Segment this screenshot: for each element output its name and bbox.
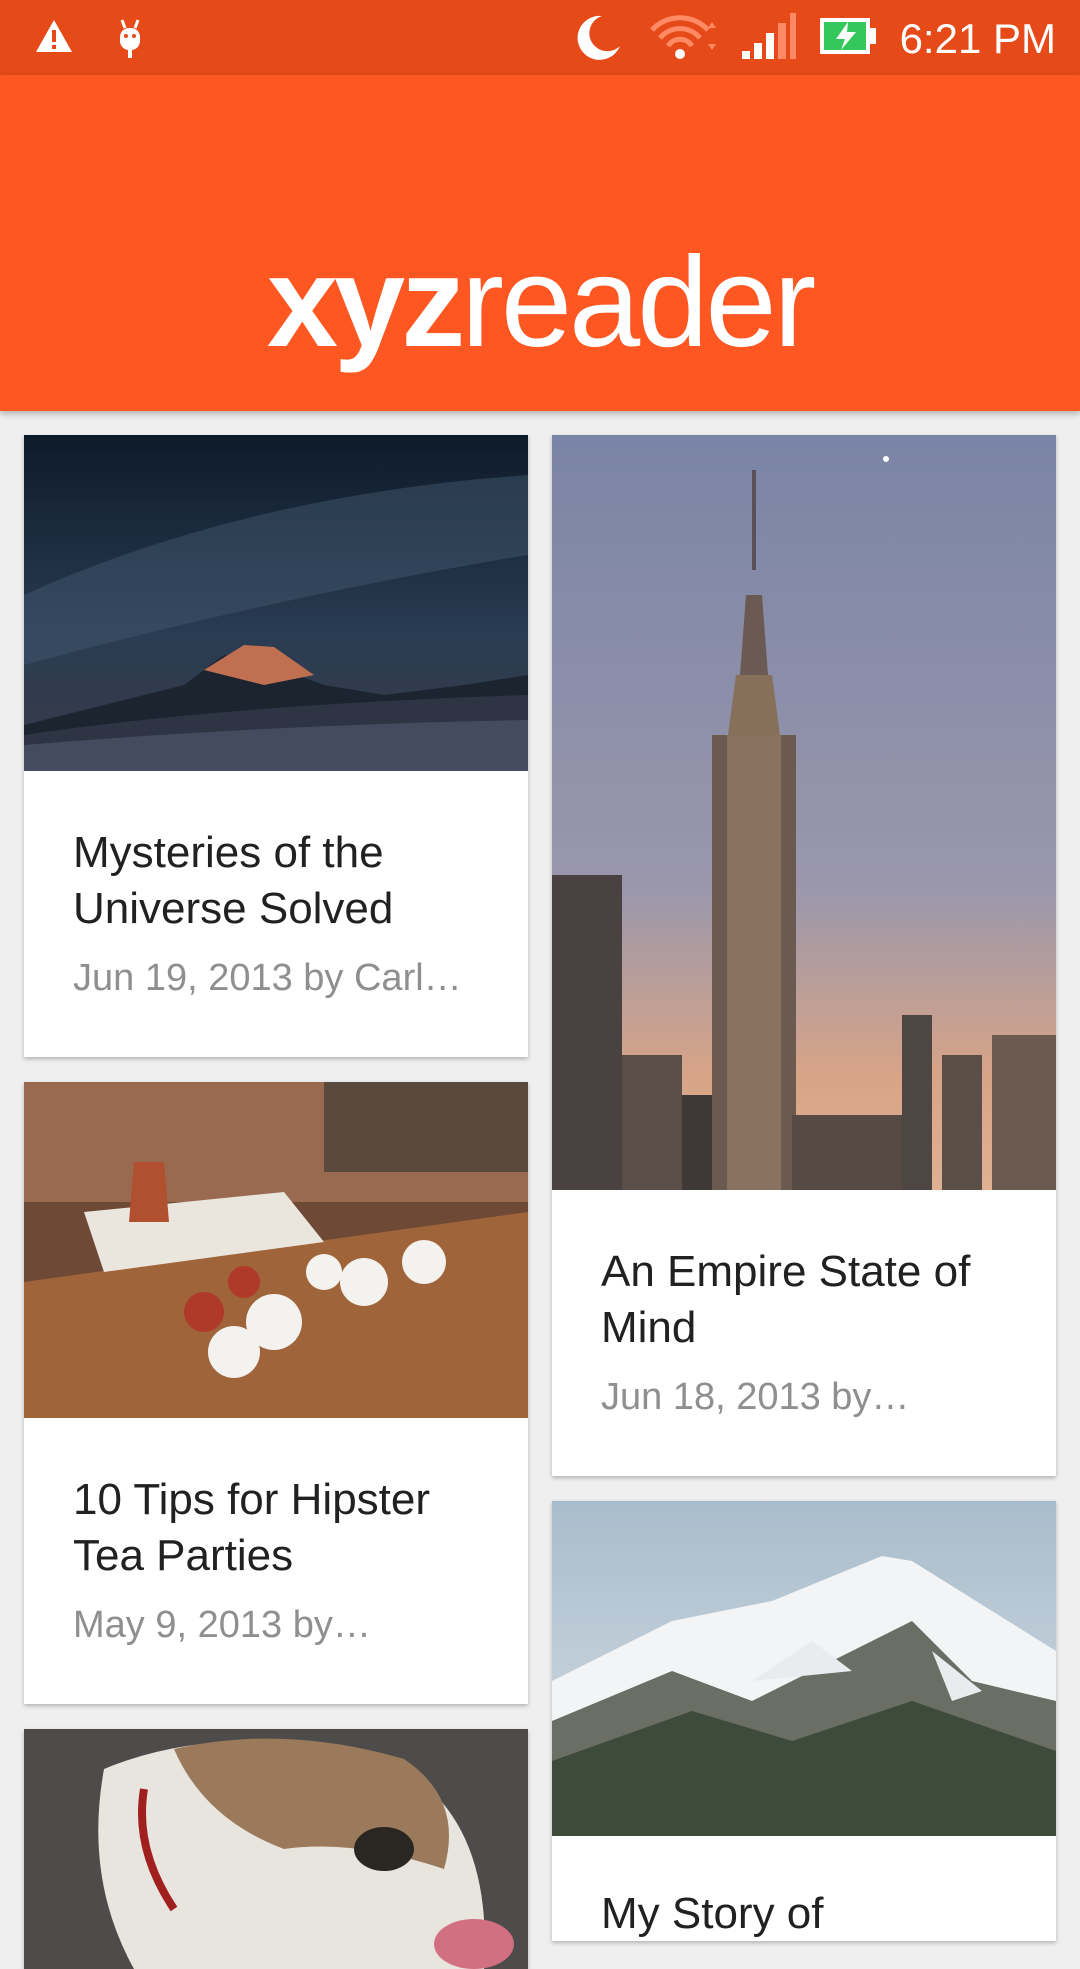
wifi-icon: [646, 10, 718, 67]
article-meta: May 9, 2013 by…: [73, 1604, 371, 1646]
article-thumbnail: [552, 1501, 1056, 1836]
android-debug-icon: [110, 14, 150, 67]
do-not-disturb-moon-icon: [572, 10, 624, 67]
app-logo: xyzreader: [0, 233, 1080, 373]
logo-light-text: reader: [461, 231, 816, 374]
article-thumbnail: [24, 1729, 528, 1969]
article-title: 10 Tips for Hipster Tea Parties: [73, 1475, 431, 1580]
cell-signal-icon: [740, 11, 796, 66]
article-title: My Story of: [601, 1889, 824, 1938]
article-thumbnail: [24, 435, 528, 771]
app-bar: xyzreader: [0, 75, 1080, 411]
status-time: 6:21 PM: [899, 15, 1056, 62]
battery-charging-icon: [818, 14, 878, 63]
article-title: Mysteries of the Universe Solved: [73, 828, 394, 933]
article-card[interactable]: 10 Tips for Hipster Tea Parties May 9, 2…: [24, 1082, 528, 1704]
logo-bold-text: xyz: [266, 231, 465, 374]
article-title: An Empire State of Mind: [601, 1247, 971, 1352]
status-bar: 6:21 PM: [0, 0, 1080, 75]
article-meta: Jun 19, 2013 by Carl…: [73, 957, 462, 999]
article-card[interactable]: Mysteries of the Universe Solved Jun 19,…: [24, 435, 528, 1057]
article-thumbnail: [24, 1082, 528, 1418]
warning-icon: [32, 14, 76, 67]
article-card[interactable]: My Story of: [552, 1501, 1056, 1941]
article-card[interactable]: [24, 1729, 528, 1969]
article-card[interactable]: An Empire State of Mind Jun 18, 2013 by…: [552, 435, 1056, 1476]
article-meta: Jun 18, 2013 by…: [601, 1376, 910, 1418]
article-thumbnail: [552, 435, 1056, 1190]
